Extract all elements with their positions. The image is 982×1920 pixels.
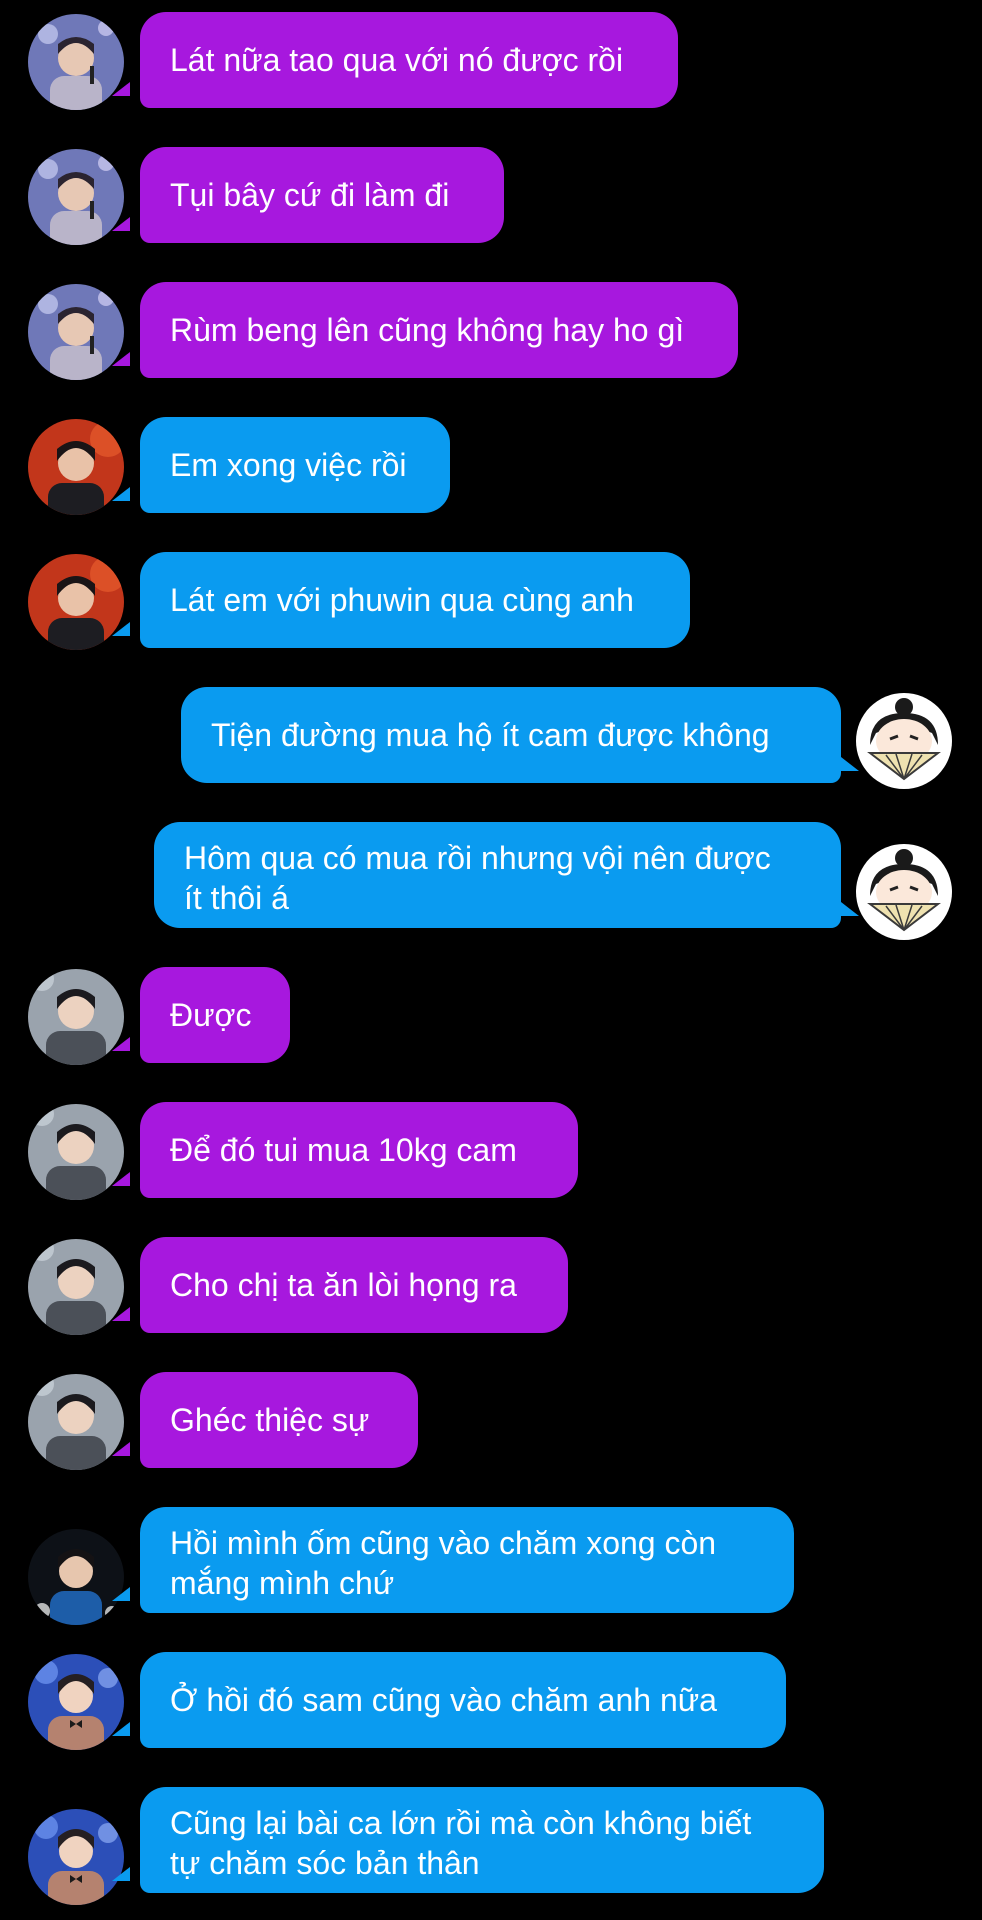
message-row: Em xong việc rồi	[0, 417, 982, 515]
message-bubble[interactable]: Được	[140, 967, 290, 1063]
message-row: Ở hồi đó sam cũng vào chăm anh nữa	[0, 1652, 982, 1750]
bubble-tail	[112, 1307, 130, 1321]
message-bubble[interactable]: Cũng lại bài ca lớn rồi mà còn không biế…	[140, 1787, 824, 1893]
message-row: Để đó tui mua 10kg cam	[0, 1102, 982, 1200]
bubble-tail	[841, 757, 859, 771]
message-bubble[interactable]: Em xong việc rồi	[140, 417, 450, 513]
avatar-man-grey-jacket[interactable]	[28, 1374, 124, 1470]
avatar-man-dark-blue-shirt[interactable]	[28, 1529, 124, 1625]
bubble-tail	[112, 1867, 130, 1881]
bubble-tail	[112, 1172, 130, 1186]
message-row: Ghéc thiệc sự	[0, 1372, 982, 1470]
message-row: Được	[0, 967, 982, 1065]
avatar-man-red-background[interactable]	[28, 554, 124, 650]
message-row: Hôm qua có mua rồi nhưng vội nên được ít…	[0, 822, 982, 940]
bubble-tail	[841, 902, 859, 916]
avatar-man-bowtie-blue-stage[interactable]	[28, 1809, 124, 1905]
message-bubble[interactable]: Ở hồi đó sam cũng vào chăm anh nữa	[140, 1652, 786, 1748]
message-bubble[interactable]: Để đó tui mua 10kg cam	[140, 1102, 578, 1198]
avatar-man-bowtie-blue-stage[interactable]	[28, 1654, 124, 1750]
bubble-tail	[112, 622, 130, 636]
message-row: Tiện đường mua hộ ít cam được không	[0, 687, 982, 789]
avatar-man-red-background[interactable]	[28, 419, 124, 515]
message-bubble[interactable]: Tụi bây cứ đi làm đi	[140, 147, 504, 243]
message-bubble[interactable]: Hồi mình ốm cũng vào chăm xong còn mắng …	[140, 1507, 794, 1613]
bubble-tail	[112, 1037, 130, 1051]
message-bubble[interactable]: Hôm qua có mua rồi nhưng vội nên được ít…	[154, 822, 841, 928]
message-row: Hồi mình ốm cũng vào chăm xong còn mắng …	[0, 1507, 982, 1625]
message-bubble[interactable]: Tiện đường mua hộ ít cam được không	[181, 687, 841, 783]
bubble-tail	[112, 1722, 130, 1736]
message-row: Rùm beng lên cũng không hay ho gì	[0, 282, 982, 380]
avatar-man-stage-mic[interactable]	[28, 14, 124, 110]
avatar-man-grey-jacket[interactable]	[28, 1104, 124, 1200]
avatar-man-stage-mic[interactable]	[28, 149, 124, 245]
bubble-tail	[112, 1442, 130, 1456]
avatar-man-grey-jacket[interactable]	[28, 1239, 124, 1335]
message-bubble[interactable]: Ghéc thiệc sự	[140, 1372, 418, 1468]
bubble-tail	[112, 217, 130, 231]
bubble-tail	[112, 352, 130, 366]
message-bubble[interactable]: Lát nữa tao qua với nó được rồi	[140, 12, 678, 108]
message-row: Cũng lại bài ca lớn rồi mà còn không biế…	[0, 1787, 982, 1905]
message-row: Lát em với phuwin qua cùng anh	[0, 552, 982, 650]
avatar-cartoon-girl-fan[interactable]	[856, 693, 952, 789]
avatar-cartoon-girl-fan[interactable]	[856, 844, 952, 940]
bubble-tail	[112, 82, 130, 96]
message-row: Cho chị ta ăn lòi họng ra	[0, 1237, 982, 1335]
avatar-man-grey-jacket[interactable]	[28, 969, 124, 1065]
message-bubble[interactable]: Lát em với phuwin qua cùng anh	[140, 552, 690, 648]
message-bubble[interactable]: Cho chị ta ăn lòi họng ra	[140, 1237, 568, 1333]
message-bubble[interactable]: Rùm beng lên cũng không hay ho gì	[140, 282, 738, 378]
message-row: Tụi bây cứ đi làm đi	[0, 147, 982, 245]
chat-thread: Lát nữa tao qua với nó được rồi Tụi bây …	[0, 0, 982, 1920]
message-row: Lát nữa tao qua với nó được rồi	[0, 12, 982, 110]
avatar-man-stage-mic[interactable]	[28, 284, 124, 380]
bubble-tail	[112, 487, 130, 501]
bubble-tail	[112, 1587, 130, 1601]
